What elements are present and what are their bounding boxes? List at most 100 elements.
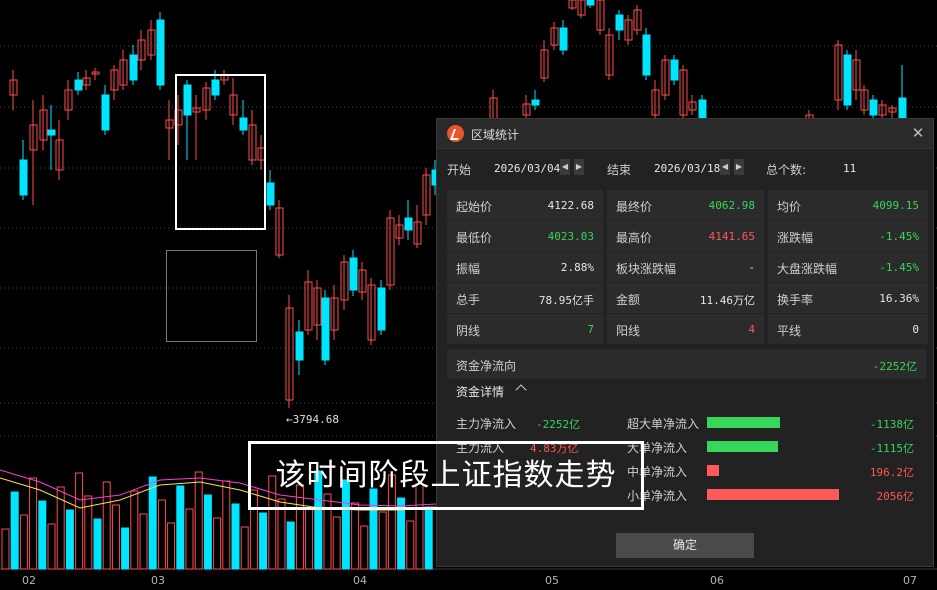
ghost-selection-box	[166, 250, 257, 342]
stat-cell: 最终价 4062.98	[607, 190, 764, 220]
stat-label: 最终价	[616, 200, 653, 214]
end-prev-icon[interactable]: ◀	[720, 159, 730, 175]
end-date-field[interactable]: 2026/03/18	[654, 162, 720, 175]
candle-body	[404, 217, 413, 231]
selection-box[interactable]	[175, 74, 266, 230]
stat-label: 换手率	[777, 293, 814, 307]
stat-value: 78.95亿手	[538, 294, 594, 307]
flow-detail-label: 超大单净流入	[627, 417, 700, 431]
stat-label: 阳线	[616, 324, 641, 338]
flow-detail-bar	[707, 489, 839, 500]
start-next-icon[interactable]: ▶	[574, 159, 584, 175]
candle-body	[559, 27, 568, 51]
volume-bar	[406, 520, 415, 570]
volume-bar	[305, 507, 314, 570]
candle-body	[869, 99, 878, 116]
volume-bar	[38, 500, 47, 570]
date-label-07: 07	[903, 574, 917, 587]
volume-bar	[167, 522, 176, 570]
volume-bar	[378, 511, 387, 570]
candle-body	[586, 0, 595, 6]
stat-value: 4062.98	[708, 199, 755, 212]
video-caption: 该时间阶段上证指数走势	[248, 441, 644, 510]
stat-value: -1.45%	[879, 261, 919, 274]
stat-value: 16.36%	[879, 292, 919, 305]
candle-body	[19, 159, 28, 196]
flow-detail-bar	[707, 441, 778, 452]
stat-cell: 平线 0	[768, 314, 928, 344]
flow-detail-value: -1138亿	[869, 418, 914, 431]
candle-body	[843, 54, 852, 106]
stat-value: -1.45%	[879, 230, 919, 243]
candle-body	[531, 99, 540, 106]
flow-detail-value: -1115亿	[869, 442, 914, 455]
main-net-inflow-label: 主力净流入	[456, 417, 517, 431]
start-prev-icon[interactable]: ◀	[560, 159, 570, 175]
low-price-marker: ←3794.68	[286, 413, 339, 426]
date-label-02: 02	[22, 574, 36, 587]
end-label: 结束	[607, 163, 632, 177]
dialog-title-bar[interactable]: 区域统计 ✕	[437, 119, 933, 149]
candle-body	[898, 97, 907, 119]
stat-label: 平线	[777, 324, 802, 338]
main-net-inflow-value: -2252亿	[536, 418, 581, 431]
stat-cell: 振幅 2.88%	[447, 252, 603, 282]
stat-cell: 总手 78.95亿手	[447, 283, 603, 313]
stat-value: 4122.68	[547, 199, 594, 212]
stat-value: 4023.03	[547, 230, 594, 243]
stat-value: 0	[912, 323, 919, 336]
volume-bar	[222, 480, 231, 570]
capital-flow-row: 资金净流向 -2252亿	[447, 349, 926, 379]
date-label-06: 06	[710, 574, 724, 587]
flow-detail-value: 2056亿	[876, 490, 915, 503]
stat-value: 11.46万亿	[699, 294, 755, 307]
candle-body	[156, 19, 165, 86]
stat-cell: 起始价 4122.68	[447, 190, 603, 220]
stat-label: 起始价	[456, 200, 493, 214]
stat-value: 4099.15	[872, 199, 919, 212]
app-logo-icon	[447, 125, 464, 142]
close-icon[interactable]: ✕	[909, 124, 927, 142]
stat-cell: 阳线 4	[607, 314, 764, 344]
volume-bar	[259, 512, 268, 570]
stat-value: 4	[748, 323, 755, 336]
stat-label: 均价	[777, 200, 802, 214]
volume-bar	[351, 502, 360, 570]
chevron-up-icon[interactable]	[515, 384, 527, 396]
end-next-icon[interactable]: ▶	[734, 159, 744, 175]
volume-bar	[1, 528, 10, 570]
volume-bar	[121, 527, 130, 570]
candle-body	[266, 182, 275, 206]
volume-bar	[65, 509, 74, 570]
capital-flow-label: 资金净流向	[456, 359, 517, 373]
volume-bar	[424, 506, 433, 570]
volume-bar	[231, 503, 240, 570]
date-label-04: 04	[353, 574, 367, 587]
flow-detail-value: 196.2亿	[869, 466, 914, 479]
candle-body	[615, 14, 624, 31]
volume-bar	[19, 514, 28, 570]
volume-bar	[10, 491, 19, 570]
stat-cell: 阴线 7	[447, 314, 603, 344]
stat-cell: 最高价 4141.65	[607, 221, 764, 251]
candle-body	[74, 79, 83, 91]
stat-cell: 最低价 4023.03	[447, 221, 603, 251]
candle-body	[129, 54, 138, 81]
flow-detail-bar	[707, 465, 719, 476]
stat-cell: 大盘涨跌幅 -1.45%	[768, 252, 928, 282]
volume-bar	[240, 526, 249, 570]
volume-bar	[148, 476, 157, 570]
stat-cell: 金额 11.46万亿	[607, 283, 764, 313]
flow-detail-bar	[707, 417, 780, 428]
start-date-field[interactable]: 2026/03/04	[494, 162, 560, 175]
capital-details-toggle[interactable]: 资金详情	[456, 383, 504, 400]
date-label-03: 03	[151, 574, 165, 587]
stat-label: 大盘涨跌幅	[777, 262, 838, 276]
stat-cell: 涨跌幅 -1.45%	[768, 221, 928, 251]
volume-bar	[47, 523, 56, 570]
volume-bar	[111, 504, 120, 570]
stats-grid: 起始价 4122.68 最终价 4062.98 均价 4099.15 最低价 4023.03 最…	[447, 190, 928, 345]
candle-body	[321, 297, 330, 361]
ok-button[interactable]: 确定	[616, 533, 754, 558]
date-label-05: 05	[545, 574, 559, 587]
